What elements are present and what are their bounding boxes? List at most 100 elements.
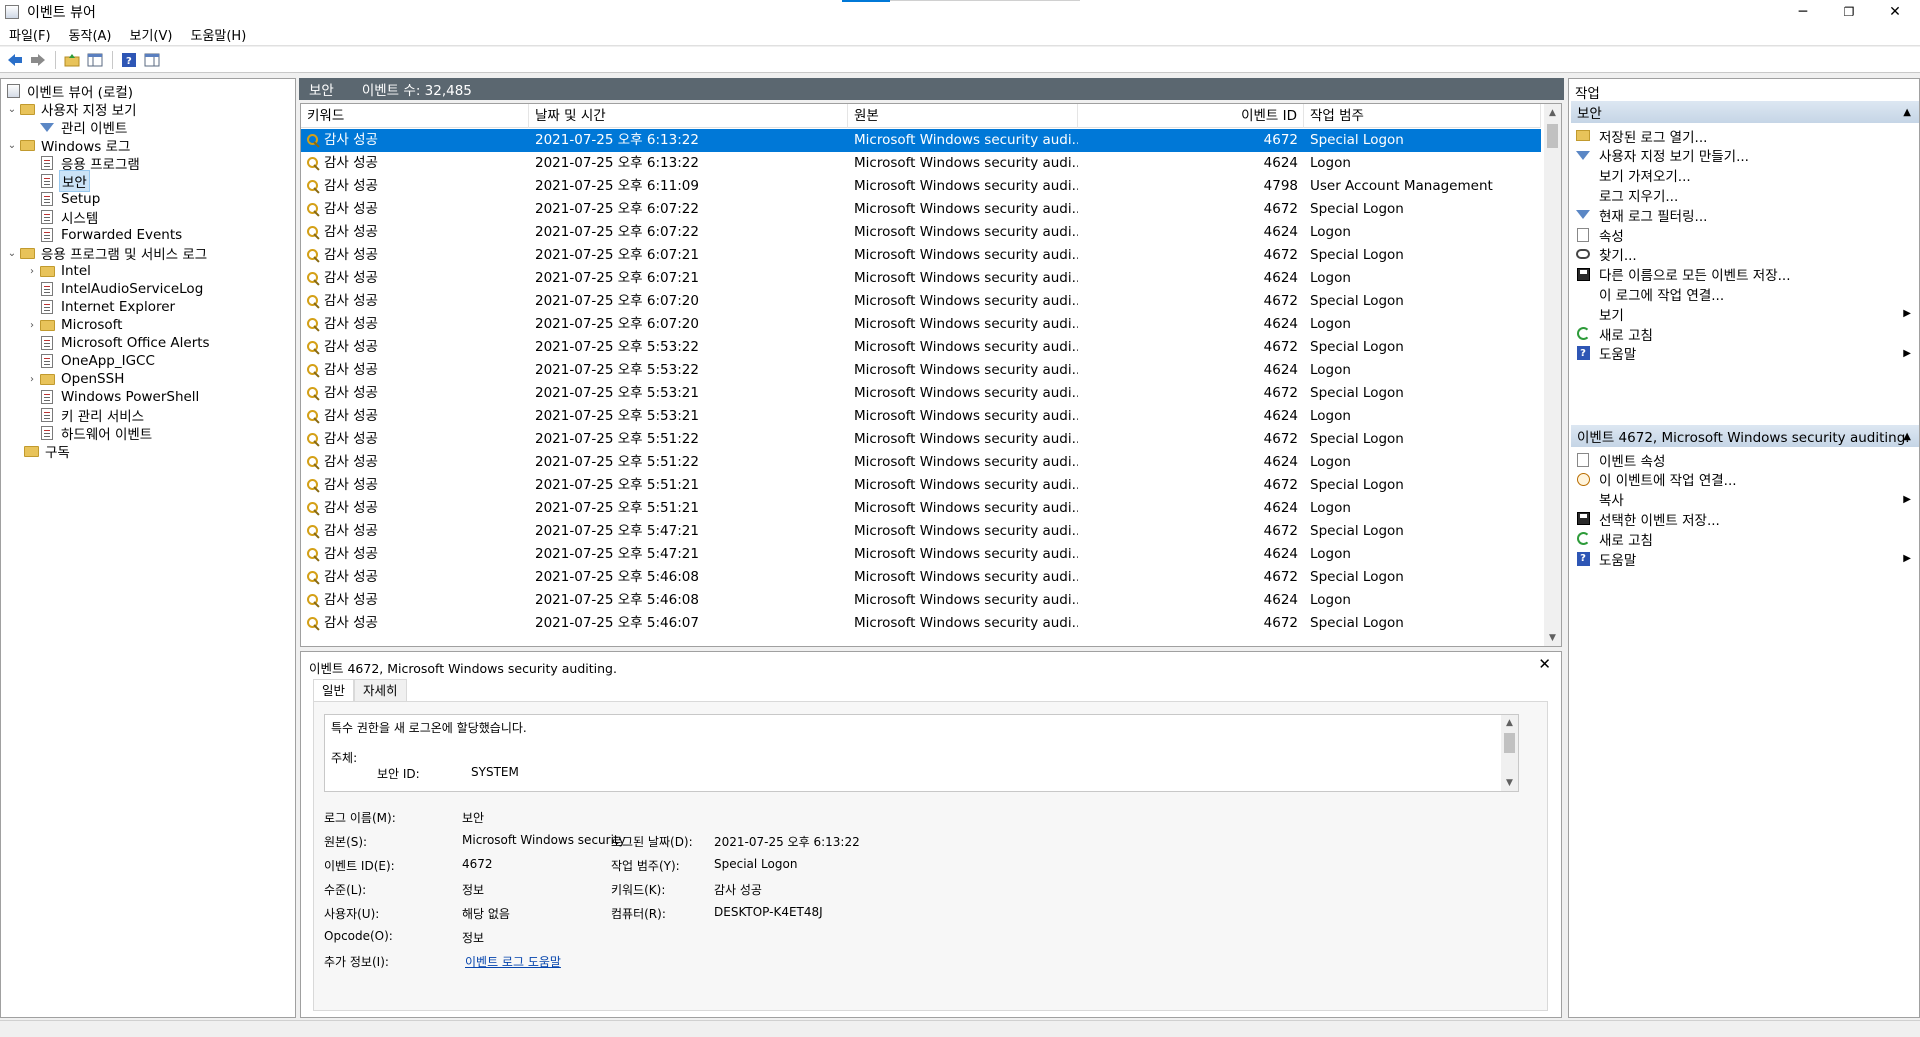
label-event-id: 이벤트 ID(E): bbox=[324, 859, 395, 873]
chevron-down-icon[interactable]: ⌄ bbox=[5, 140, 19, 151]
table-row[interactable]: 감사 성공 2021-07-25 오후 6:07:20 Microsoft Wind… bbox=[301, 313, 1541, 336]
table-row[interactable]: 감사 성공 2021-07-25 오후 5:46:08 Microsoft Wind… bbox=[301, 589, 1541, 612]
description-scrollbar[interactable]: ▲ ▼ bbox=[1501, 715, 1518, 791]
actions-section-security[interactable]: 보안 ▲ bbox=[1571, 101, 1919, 123]
column-event-id[interactable]: 이벤트 ID bbox=[1078, 104, 1304, 128]
table-row[interactable]: 감사 성공 2021-07-25 오후 6:07:21 Microsoft Wind… bbox=[301, 267, 1541, 290]
tree-office-alerts[interactable]: Microsoft Office Alerts bbox=[39, 333, 212, 353]
action-item[interactable]: ? 도움말 ▶ bbox=[1575, 342, 1915, 365]
chevron-right-icon[interactable]: › bbox=[25, 374, 39, 385]
table-row[interactable]: 감사 성공 2021-07-25 오후 5:51:21 Microsoft Wind… bbox=[301, 474, 1541, 497]
cell-keyword-text: 감사 성공 bbox=[324, 178, 378, 194]
chevron-down-icon[interactable]: ⌄ bbox=[5, 248, 19, 259]
close-button[interactable]: ✕ bbox=[1872, 0, 1918, 24]
table-row[interactable]: 감사 성공 2021-07-25 오후 5:53:22 Microsoft Wind… bbox=[301, 359, 1541, 382]
tree-key-management[interactable]: 키 관리 서비스 bbox=[39, 405, 146, 425]
cell-keyword: 감사 성공 bbox=[301, 612, 529, 635]
table-row[interactable]: 감사 성공 2021-07-25 오후 6:11:09 Microsoft Wind… bbox=[301, 175, 1541, 198]
scroll-down-icon[interactable]: ▼ bbox=[1501, 775, 1518, 791]
minimize-button[interactable]: ─ bbox=[1780, 0, 1826, 24]
event-list-scrollbar[interactable]: ▲ ▼ bbox=[1544, 104, 1561, 646]
scroll-down-icon[interactable]: ▼ bbox=[1544, 629, 1561, 646]
table-row[interactable]: 감사 성공 2021-07-25 오후 6:13:22 Microsoft Wind… bbox=[301, 152, 1541, 175]
tree-system-log[interactable]: 시스템 bbox=[39, 207, 100, 227]
table-row[interactable]: 감사 성공 2021-07-25 오후 5:46:07 Microsoft Wind… bbox=[301, 612, 1541, 635]
forward-button[interactable] bbox=[27, 49, 49, 71]
menu-help[interactable]: 도움말(H) bbox=[181, 25, 255, 44]
collapse-up-icon[interactable]: ▲ bbox=[1903, 431, 1911, 442]
chevron-down-icon[interactable]: ⌄ bbox=[5, 104, 19, 115]
back-button[interactable] bbox=[4, 49, 26, 71]
tree-internet-explorer[interactable]: Internet Explorer bbox=[39, 297, 177, 317]
tree-forwarded-events[interactable]: Forwarded Events bbox=[39, 225, 184, 245]
tree-setup-log[interactable]: Setup bbox=[39, 189, 102, 209]
menu-file[interactable]: 파일(F) bbox=[0, 25, 60, 44]
tree-windows-powershell[interactable]: Windows PowerShell bbox=[39, 387, 201, 407]
menu-action[interactable]: 동작(A) bbox=[60, 25, 121, 44]
table-row[interactable]: 감사 성공 2021-07-25 오후 6:07:20 Microsoft Wind… bbox=[301, 290, 1541, 313]
cell-keyword: 감사 성공 bbox=[301, 152, 529, 175]
show-hide-tree-button[interactable] bbox=[84, 49, 106, 71]
actions-section-event[interactable]: 이벤트 4672, Microsoft Windows security aud… bbox=[1571, 425, 1919, 447]
column-task-category[interactable]: 작업 범주 bbox=[1304, 104, 1541, 128]
cell-source: Microsoft Windows security audi... bbox=[848, 129, 1078, 152]
tree-custom-views[interactable]: ⌄ 사용자 지정 보기 bbox=[5, 99, 139, 119]
log-name: 보안 bbox=[309, 83, 334, 99]
tree-openssh[interactable]: › OpenSSH bbox=[25, 369, 126, 389]
chevron-right-icon[interactable]: › bbox=[25, 266, 39, 277]
label-logged: 로그된 날짜(D): bbox=[611, 835, 693, 849]
audit-success-key-icon bbox=[307, 202, 321, 217]
table-row[interactable]: 감사 성공 2021-07-25 오후 5:53:21 Microsoft Wind… bbox=[301, 405, 1541, 428]
tree-app-service-logs[interactable]: ⌄ 응용 프로그램 및 서비스 로그 bbox=[5, 243, 209, 263]
scroll-thumb[interactable] bbox=[1547, 124, 1558, 148]
tree-security-log[interactable]: 보안 bbox=[39, 170, 90, 192]
table-row[interactable]: 감사 성공 2021-07-25 오후 5:51:21 Microsoft Wind… bbox=[301, 497, 1541, 520]
menu-view[interactable]: 보기(V) bbox=[121, 25, 182, 44]
cell-datetime: 2021-07-25 오후 6:07:21 bbox=[529, 244, 848, 267]
scroll-up-icon[interactable]: ▲ bbox=[1501, 715, 1518, 731]
cell-source-text: Microsoft Windows security audi... bbox=[854, 362, 1078, 378]
event-log-help-link[interactable]: 이벤트 로그 도움말 bbox=[465, 953, 561, 970]
tree-oneapp-igcc[interactable]: OneApp_IGCC bbox=[39, 351, 157, 371]
tree-application-log[interactable]: 응용 프로그램 bbox=[39, 153, 142, 173]
event-description[interactable]: 특수 권한을 새 로그온에 할당했습니다. 주체: 보안 ID: SYSTEM … bbox=[324, 714, 1519, 792]
tree-windows-logs[interactable]: ⌄ Windows 로그 bbox=[5, 135, 132, 155]
table-row[interactable]: 감사 성공 2021-07-25 오후 5:51:22 Microsoft Wind… bbox=[301, 451, 1541, 474]
cell-datetime: 2021-07-25 오후 5:53:22 bbox=[529, 359, 848, 382]
collapse-up-icon[interactable]: ▲ bbox=[1903, 107, 1911, 118]
table-row[interactable]: 감사 성공 2021-07-25 오후 6:13:22 Microsoft Wind… bbox=[301, 129, 1541, 152]
table-row[interactable]: 감사 성공 2021-07-25 오후 5:46:08 Microsoft Wind… bbox=[301, 566, 1541, 589]
table-row[interactable]: 감사 성공 2021-07-25 오후 5:53:21 Microsoft Wind… bbox=[301, 382, 1541, 405]
tree-microsoft[interactable]: › Microsoft bbox=[25, 315, 124, 335]
restore-button[interactable]: ❐ bbox=[1826, 0, 1872, 24]
chevron-right-icon[interactable]: › bbox=[25, 320, 39, 331]
up-folder-button[interactable] bbox=[61, 49, 83, 71]
tree-root-event-viewer[interactable]: 이벤트 뷰어 (로컬) bbox=[5, 81, 135, 101]
scroll-thumb[interactable] bbox=[1504, 733, 1515, 753]
tree-hardware-events[interactable]: 하드웨어 이벤트 bbox=[39, 423, 154, 443]
show-hide-action-pane-button[interactable] bbox=[141, 49, 163, 71]
cell-source-text: Microsoft Windows security audi... bbox=[854, 454, 1078, 470]
action-item[interactable]: ? 도움말 ▶ bbox=[1575, 547, 1915, 570]
detail-close-icon[interactable]: ✕ bbox=[1538, 655, 1551, 673]
table-row[interactable]: 감사 성공 2021-07-25 오후 6:07:22 Microsoft Wind… bbox=[301, 221, 1541, 244]
tree-intel-audio-log[interactable]: IntelAudioServiceLog bbox=[39, 279, 205, 299]
table-row[interactable]: 감사 성공 2021-07-25 오후 6:07:22 Microsoft Wind… bbox=[301, 198, 1541, 221]
tab-details[interactable]: 자세히 bbox=[354, 679, 407, 701]
table-row[interactable]: 감사 성공 2021-07-25 오후 5:53:22 Microsoft Wind… bbox=[301, 336, 1541, 359]
column-datetime[interactable]: 날짜 및 시간 bbox=[529, 104, 848, 128]
table-row[interactable]: 감사 성공 2021-07-25 오후 6:07:21 Microsoft Wind… bbox=[301, 244, 1541, 267]
column-keyword[interactable]: 키워드 bbox=[301, 104, 529, 128]
cell-keyword: 감사 성공 bbox=[301, 267, 529, 290]
table-row[interactable]: 감사 성공 2021-07-25 오후 5:51:22 Microsoft Wind… bbox=[301, 428, 1541, 451]
help-toolbar-button[interactable]: ? bbox=[118, 49, 140, 71]
tree-intel[interactable]: › Intel bbox=[25, 261, 93, 281]
tab-general[interactable]: 일반 bbox=[313, 679, 355, 701]
table-row[interactable]: 감사 성공 2021-07-25 오후 5:47:21 Microsoft Wind… bbox=[301, 543, 1541, 566]
value-event-id: 4672 bbox=[462, 857, 493, 871]
scroll-up-icon[interactable]: ▲ bbox=[1544, 104, 1561, 121]
tree-subscriptions[interactable]: 구독 bbox=[23, 441, 72, 461]
table-row[interactable]: 감사 성공 2021-07-25 오후 5:47:21 Microsoft Wind… bbox=[301, 520, 1541, 543]
column-source[interactable]: 원본 bbox=[848, 104, 1078, 128]
tree-admin-events[interactable]: 관리 이벤트 bbox=[39, 117, 129, 137]
